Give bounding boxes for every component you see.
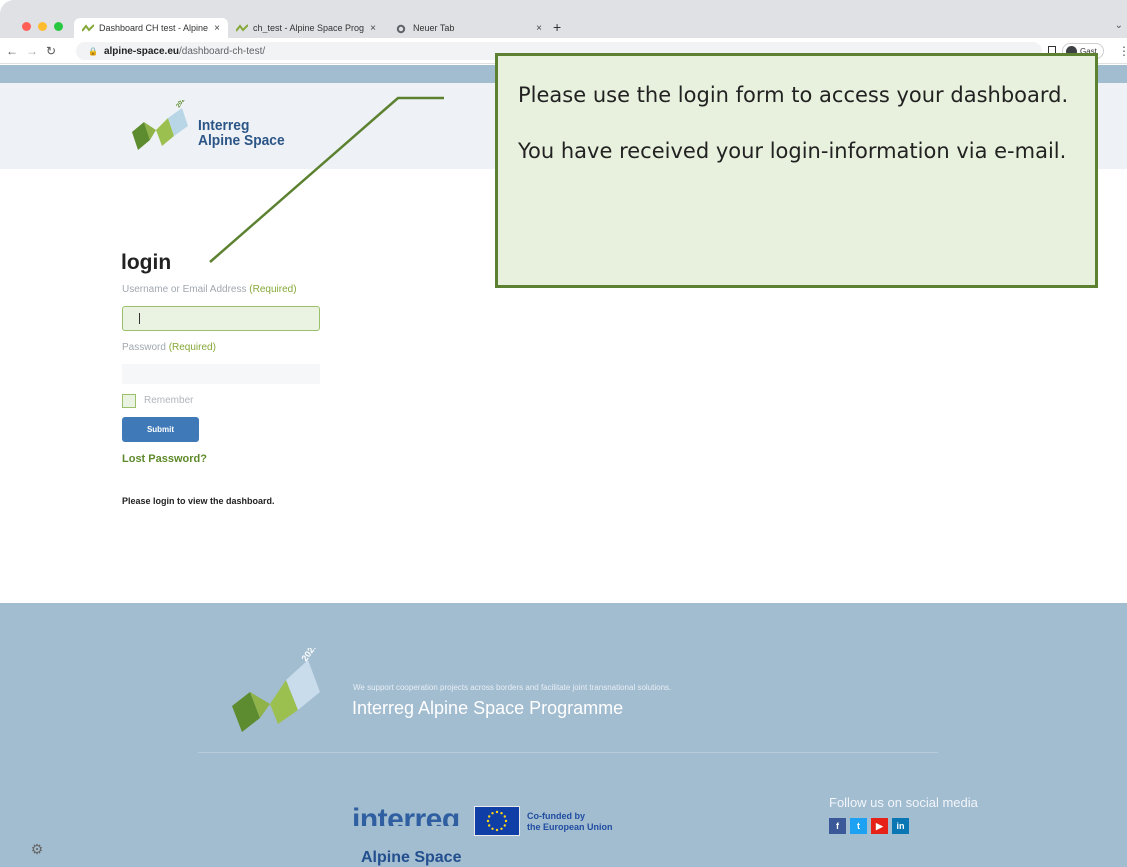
alpine-space-wordmark: Alpine Space	[361, 849, 462, 866]
reload-icon[interactable]: ↻	[46, 44, 56, 58]
interreg-wordmark: interreg	[352, 805, 460, 826]
close-tab-icon[interactable]: ×	[536, 23, 542, 34]
twitter-icon[interactable]: t	[850, 818, 867, 834]
logo-badge: 2021	[176, 100, 189, 109]
facebook-icon[interactable]: f	[829, 818, 846, 834]
new-tab-icon[interactable]: +	[553, 19, 561, 35]
text-caret	[139, 313, 140, 324]
tab-dashboard-ch-test[interactable]: Dashboard CH test - Alpine Sp ×	[74, 18, 228, 38]
password-label: Password (Required)	[122, 342, 216, 353]
gear-icon[interactable]: ⚙	[26, 838, 48, 860]
url-domain: alpine-space.eu	[103, 45, 179, 57]
lock-icon: 🔒	[88, 46, 98, 56]
instruction-callout: Please use the login form to access your…	[495, 53, 1098, 288]
tab-search-chevron-icon[interactable]: ⌄	[1115, 20, 1123, 31]
required-marker: (Required)	[168, 342, 216, 353]
password-input[interactable]	[122, 364, 320, 384]
interreg-favicon-icon	[82, 24, 94, 32]
remember-label: Remember	[144, 395, 194, 406]
lost-password-link[interactable]: Lost Password?	[122, 453, 207, 465]
tab-neuer-tab[interactable]: Neuer Tab ×	[388, 18, 550, 38]
login-message: Please login to view the dashboard.	[122, 496, 275, 506]
username-label-text: Username or Email Address	[122, 284, 247, 295]
browser-tab-bar: Dashboard CH test - Alpine Sp × ch_test …	[0, 0, 1127, 38]
back-arrow-icon[interactable]: ←	[6, 44, 18, 58]
tab-title: Neuer Tab	[413, 23, 455, 33]
logo-line-2: Alpine Space	[198, 132, 285, 149]
footer-tagline: We support cooperation projects across b…	[353, 683, 672, 692]
eu-line: the European Union	[527, 822, 613, 832]
password-label-text: Password	[122, 342, 166, 353]
browser-menu-icon[interactable]: ⋮	[1118, 44, 1127, 58]
interreg-logo-icon[interactable]: 2021	[130, 100, 194, 152]
callout-text-1: Please use the login form to access your…	[518, 83, 1069, 107]
close-tab-icon[interactable]: ×	[370, 23, 376, 34]
maximize-window-icon[interactable]	[54, 22, 63, 31]
social-icons: f t ▶ in	[829, 818, 909, 834]
tab-title: ch_test - Alpine Space Prograi	[253, 23, 365, 33]
cofunded-line: Co-funded by	[527, 811, 585, 821]
close-window-icon[interactable]	[22, 22, 31, 31]
username-input[interactable]	[122, 306, 320, 331]
tab-title: Dashboard CH test - Alpine Sp	[99, 23, 209, 33]
footer-divider	[198, 752, 938, 753]
eu-flag-icon	[474, 806, 520, 836]
minimize-window-icon[interactable]	[38, 22, 47, 31]
forward-arrow-icon[interactable]: →	[26, 44, 38, 58]
interreg-favicon-icon	[236, 24, 248, 32]
site-logo-text[interactable]: Interreg Alpine Space	[198, 118, 285, 148]
callout-text-2: You have received your login-information…	[518, 139, 1067, 163]
submit-button[interactable]: Submit	[122, 417, 199, 442]
remember-checkbox[interactable]	[122, 394, 136, 408]
footer-title: Interreg Alpine Space Programme	[352, 698, 624, 718]
footer-badge: 2021	[299, 648, 319, 663]
interreg-footer-logo-icon: 2021	[232, 648, 320, 732]
social-heading: Follow us on social media	[829, 795, 978, 810]
close-tab-icon[interactable]: ×	[214, 23, 220, 34]
logo-line-1: Interreg	[198, 117, 250, 134]
youtube-icon[interactable]: ▶	[871, 818, 888, 834]
tab-ch-test[interactable]: ch_test - Alpine Space Prograi ×	[228, 18, 384, 38]
linkedin-icon[interactable]: in	[892, 818, 909, 834]
eu-cofunded-text: Co-funded by the European Union	[527, 811, 613, 833]
login-heading: login	[121, 251, 172, 274]
globe-icon	[396, 24, 408, 34]
url-path: /dashboard-ch-test/	[179, 45, 266, 57]
username-label: Username or Email Address (Required)	[122, 284, 297, 295]
required-marker: (Required)	[249, 284, 297, 295]
